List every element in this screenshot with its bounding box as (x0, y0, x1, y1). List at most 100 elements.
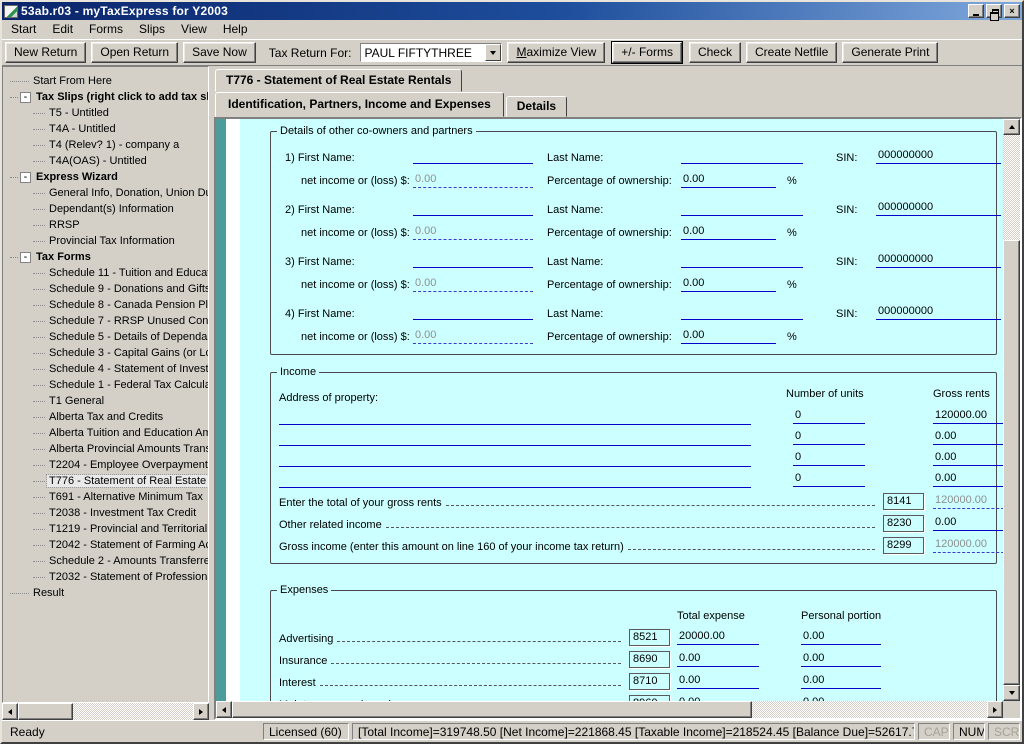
scrollbar-thumb[interactable] (18, 703, 73, 720)
tree-item[interactable]: T1 General (7, 393, 208, 409)
sin-input[interactable]: 000000000 (876, 253, 1001, 268)
tree-item-label[interactable]: Start From Here (31, 75, 114, 87)
tree-item-label[interactable]: Schedule 3 - Capital Gains (or Losse (47, 347, 208, 359)
gross-rent-input[interactable]: 120000.00 (933, 409, 1003, 424)
tree-item[interactable]: Alberta Tax and Credits (7, 409, 208, 425)
scrollbar-track[interactable] (1003, 135, 1020, 685)
tree-expand-icon[interactable]: - (20, 252, 31, 263)
first-name-input[interactable] (413, 201, 533, 216)
income-amount-field[interactable]: 0.00 (933, 516, 1003, 531)
tree-item-label[interactable]: Dependant(s) Information (47, 203, 176, 215)
tree-item-label[interactable]: Schedule 7 - RRSP Unused Contribu (47, 315, 208, 327)
tree-item-label[interactable]: Tax Forms (34, 251, 93, 263)
menu-item[interactable]: Start (3, 20, 44, 39)
tree-item[interactable]: Schedule 4 - Statement of Investm (7, 361, 208, 377)
close-button[interactable]: × (1004, 4, 1020, 18)
tree-item[interactable]: - Tax Slips (right click to add tax sl (7, 89, 208, 105)
tab-identification-partners[interactable]: Identification, Partners, Income and Exp… (215, 92, 504, 117)
restore-button[interactable] (986, 4, 1002, 18)
tree-item[interactable]: T4A(OAS) - Untitled (7, 153, 208, 169)
units-input[interactable]: 0 (793, 409, 865, 424)
minimize-button[interactable] (968, 4, 984, 18)
scroll-left-button[interactable] (216, 701, 232, 718)
tree-item[interactable]: Schedule 11 - Tuition and Education (7, 265, 208, 281)
tree-item[interactable]: Result (7, 585, 208, 601)
tree-item[interactable]: T2038 - Investment Tax Credit (7, 505, 208, 521)
tree-item[interactable]: Alberta Tuition and Education Amou (7, 425, 208, 441)
tree-item-label[interactable]: T2032 - Statement of Professional (47, 571, 208, 583)
tree-item[interactable]: General Info, Donation, Union Due (7, 185, 208, 201)
tree-item-label[interactable]: Schedule 4 - Statement of Investm (47, 363, 208, 375)
tree-item[interactable]: Schedule 2 - Amounts Transferred (7, 553, 208, 569)
menu-item[interactable]: Forms (81, 20, 131, 39)
new-return-button[interactable]: New Return (5, 42, 86, 63)
tree-item-label[interactable]: Schedule 8 - Canada Pension Plan ( (47, 299, 208, 311)
tree-item[interactable]: - Tax Forms (7, 249, 208, 265)
tree-item[interactable]: Schedule 5 - Details of Dependant (7, 329, 208, 345)
units-input[interactable]: 0 (793, 451, 865, 466)
tree-item-label[interactable]: T4A - Untitled (47, 123, 118, 135)
scrollbar-track[interactable] (752, 701, 987, 718)
tree-item-label[interactable]: T691 - Alternative Minimum Tax (47, 491, 205, 503)
sin-input[interactable]: 000000000 (876, 305, 1001, 320)
scrollbar-track[interactable] (73, 703, 193, 720)
tree-item-label[interactable]: T2204 - Employee Overpayment of (47, 459, 208, 471)
ownership-input[interactable]: 0.00 (681, 225, 776, 240)
first-name-input[interactable] (413, 305, 533, 320)
personal-portion-input[interactable]: 0.00 (801, 696, 881, 701)
personal-portion-input[interactable]: 0.00 (801, 630, 881, 645)
tree-item-label[interactable]: T4 (Relev? 1) - company a (47, 139, 181, 151)
generate-print-button[interactable]: Generate Print (842, 42, 938, 63)
income-amount-field[interactable]: 120000.00 (933, 538, 1003, 553)
sin-input[interactable]: 000000000 (876, 149, 1001, 164)
menu-item[interactable]: Slips (131, 20, 173, 39)
scroll-down-button[interactable] (1003, 685, 1020, 701)
last-name-input[interactable] (681, 149, 803, 164)
first-name-input[interactable] (413, 149, 533, 164)
tree-item-label[interactable]: Alberta Tuition and Education Amou (47, 427, 208, 439)
last-name-input[interactable] (681, 305, 803, 320)
save-now-button[interactable]: Save Now (183, 42, 256, 63)
tree-item[interactable]: Schedule 1 - Federal Tax Calculatio (7, 377, 208, 393)
tree-item[interactable]: Schedule 9 - Donations and Gifts (7, 281, 208, 297)
tree-item[interactable]: Provincial Tax Information (7, 233, 208, 249)
tree-item[interactable]: T4A - Untitled (7, 121, 208, 137)
tree-item-label[interactable]: Provincial Tax Information (47, 235, 177, 247)
sin-input[interactable]: 000000000 (876, 201, 1001, 216)
tree-item[interactable]: Dependant(s) Information (7, 201, 208, 217)
ownership-input[interactable]: 0.00 (681, 173, 776, 188)
tree-item-label[interactable]: T776 - Statement of Real Estate Re (47, 475, 208, 487)
combobox-dropdown-button[interactable] (485, 44, 501, 61)
taxpayer-combobox[interactable]: PAUL FIFTYTHREE (360, 43, 502, 62)
address-input[interactable] (279, 431, 751, 446)
tree-item[interactable]: T776 - Statement of Real Estate Re (7, 473, 208, 489)
ownership-input[interactable]: 0.00 (681, 277, 776, 292)
scroll-right-button[interactable] (987, 701, 1003, 718)
tree-item-label[interactable]: T1 General (47, 395, 106, 407)
gross-rent-input[interactable]: 0.00 (933, 451, 1003, 466)
tree-item[interactable]: T5 - Untitled (7, 105, 208, 121)
tree-item[interactable]: T2032 - Statement of Professional (7, 569, 208, 585)
tree-item[interactable]: Schedule 3 - Capital Gains (or Losse (7, 345, 208, 361)
units-input[interactable]: 0 (793, 472, 865, 487)
tree-item-label[interactable]: Alberta Tax and Credits (47, 411, 165, 423)
tree-item-label[interactable]: Alberta Provincial Amounts Transfe (47, 443, 208, 455)
tree-item-label[interactable]: RRSP (47, 219, 82, 231)
first-name-input[interactable] (413, 253, 533, 268)
total-expense-input[interactable]: 0.00 (677, 674, 759, 689)
tree-item-label[interactable]: T4A(OAS) - Untitled (47, 155, 149, 167)
maximize-view-button[interactable]: Maximize View (507, 42, 605, 63)
menu-item[interactable]: Help (215, 20, 256, 39)
tree-item[interactable]: T2042 - Statement of Farming Activ (7, 537, 208, 553)
units-input[interactable]: 0 (793, 430, 865, 445)
scrollbar-thumb[interactable] (232, 701, 752, 718)
last-name-input[interactable] (681, 253, 803, 268)
tree-expand-icon[interactable]: - (20, 172, 31, 183)
tree-item[interactable]: RRSP (7, 217, 208, 233)
tree-item[interactable]: Schedule 7 - RRSP Unused Contribu (7, 313, 208, 329)
scroll-up-button[interactable] (1003, 119, 1020, 135)
total-expense-input[interactable]: 0.00 (677, 652, 759, 667)
create-netfile-button[interactable]: Create Netfile (746, 42, 837, 63)
address-input[interactable] (279, 452, 751, 467)
tree-item[interactable]: T4 (Relev? 1) - company a (7, 137, 208, 153)
